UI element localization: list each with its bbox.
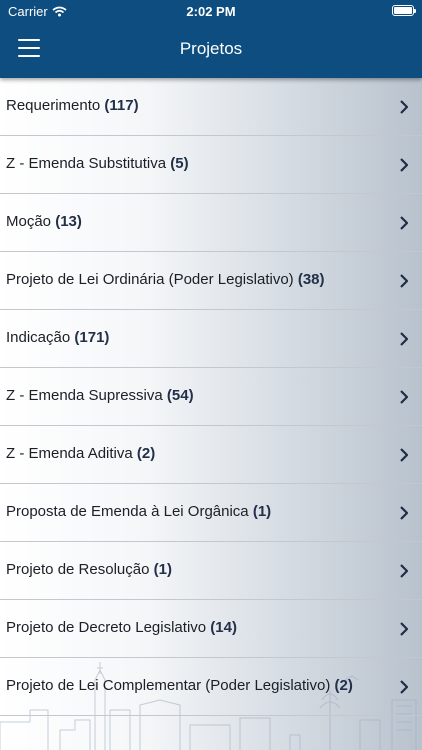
list-item-text: Projeto de Resolução (1) <box>6 561 172 578</box>
list-item-count: (13) <box>55 213 82 230</box>
chevron-right-icon[interactable] <box>400 100 408 114</box>
chevron-right-icon[interactable] <box>400 274 408 288</box>
list-item-label: Indicação <box>6 329 71 346</box>
list-item-label: Z - Emenda Supressiva <box>6 387 163 404</box>
list-item-text: Indicação (171) <box>6 329 109 346</box>
list-item-count: (1) <box>153 561 172 578</box>
list-item-text: Requerimento (117) <box>6 97 139 114</box>
list-item-text: Moção (13) <box>6 213 82 230</box>
list-item[interactable]: Projeto de Lei Complementar (Poder Legis… <box>0 658 422 716</box>
list-item-text: Z - Emenda Supressiva (54) <box>6 387 194 404</box>
list-item-count: (171) <box>74 329 110 346</box>
list-item-label: Z - Emenda Substitutiva <box>6 155 167 172</box>
chevron-right-icon[interactable] <box>400 564 408 578</box>
list-item-text: Projeto de Lei Ordinária (Poder Legislat… <box>6 271 325 288</box>
list-item-text: Projeto de Decreto Legislativo (14) <box>6 619 237 636</box>
battery-icon <box>392 5 416 16</box>
list-item[interactable]: Projeto de Resolução (1) <box>0 542 422 600</box>
list-item-label: Projeto de Decreto Legislativo <box>6 619 207 636</box>
chevron-right-icon[interactable] <box>400 216 408 230</box>
list-item-count: (54) <box>166 387 194 404</box>
list-item-count: (117) <box>104 97 139 114</box>
chevron-right-icon[interactable] <box>400 332 408 346</box>
list-item-count: (5) <box>170 155 189 172</box>
list-item[interactable]: Moção (13) <box>0 194 422 252</box>
list-item-count: (38) <box>297 271 325 288</box>
list-item-text: Projeto de Lei Complementar (Poder Legis… <box>6 677 353 694</box>
list-item-text: Proposta de Emenda à Lei Orgânica (1) <box>6 503 271 520</box>
list-item-count: (2) <box>136 445 156 462</box>
chevron-right-icon[interactable] <box>400 680 408 694</box>
chevron-right-icon[interactable] <box>400 448 408 462</box>
list-item[interactable]: Z - Emenda Substitutiva (5) <box>0 136 422 194</box>
list-item-label: Moção <box>6 213 52 230</box>
chevron-right-icon[interactable] <box>400 622 408 636</box>
list-item-text: Z - Emenda Aditiva (2) <box>6 445 155 462</box>
list-item[interactable]: Z - Emenda Supressiva (54) <box>0 368 422 426</box>
chevron-right-icon[interactable] <box>400 390 408 404</box>
list-item[interactable]: Requerimento (117) <box>0 78 422 136</box>
list-item-text: Z - Emenda Substitutiva (5) <box>6 155 189 172</box>
list-item-label: Projeto de Lei Complementar (Poder Legis… <box>6 677 331 694</box>
status-bar: Carrier 2:02 PM <box>0 0 422 24</box>
battery-level <box>394 7 412 14</box>
chevron-right-icon[interactable] <box>400 506 408 520</box>
list-item-count: (2) <box>334 677 353 694</box>
list-item[interactable]: Projeto de Lei Ordinária (Poder Legislat… <box>0 252 422 310</box>
page-title: Projetos <box>179 39 243 58</box>
app-header: Carrier 2:02 PM Projetos <box>0 0 422 78</box>
status-time: 2:02 PM <box>186 4 236 19</box>
list-item-label: Projeto de Lei Ordinária (Poder Legislat… <box>6 271 294 288</box>
project-list: Requerimento (117) Z - Emenda Substitutiv… <box>0 78 422 716</box>
list-item[interactable]: Projeto de Decreto Legislativo (14) <box>0 600 422 658</box>
list-item-count: (14) <box>210 619 237 636</box>
chevron-right-icon[interactable] <box>400 158 408 172</box>
list-item[interactable]: Z - Emenda Aditiva (2) <box>0 426 422 484</box>
list-item-label: Z - Emenda Aditiva <box>6 445 133 462</box>
list-item[interactable]: Indicação (171) <box>0 310 422 368</box>
list-item-label: Proposta de Emenda à Lei Orgânica <box>6 503 249 520</box>
list-item[interactable]: Proposta de Emenda à Lei Orgânica (1) <box>0 484 422 542</box>
list-item-label: Projeto de Resolução <box>6 561 150 578</box>
list-item-count: (1) <box>252 503 272 520</box>
list-item-label: Requerimento <box>6 97 101 114</box>
